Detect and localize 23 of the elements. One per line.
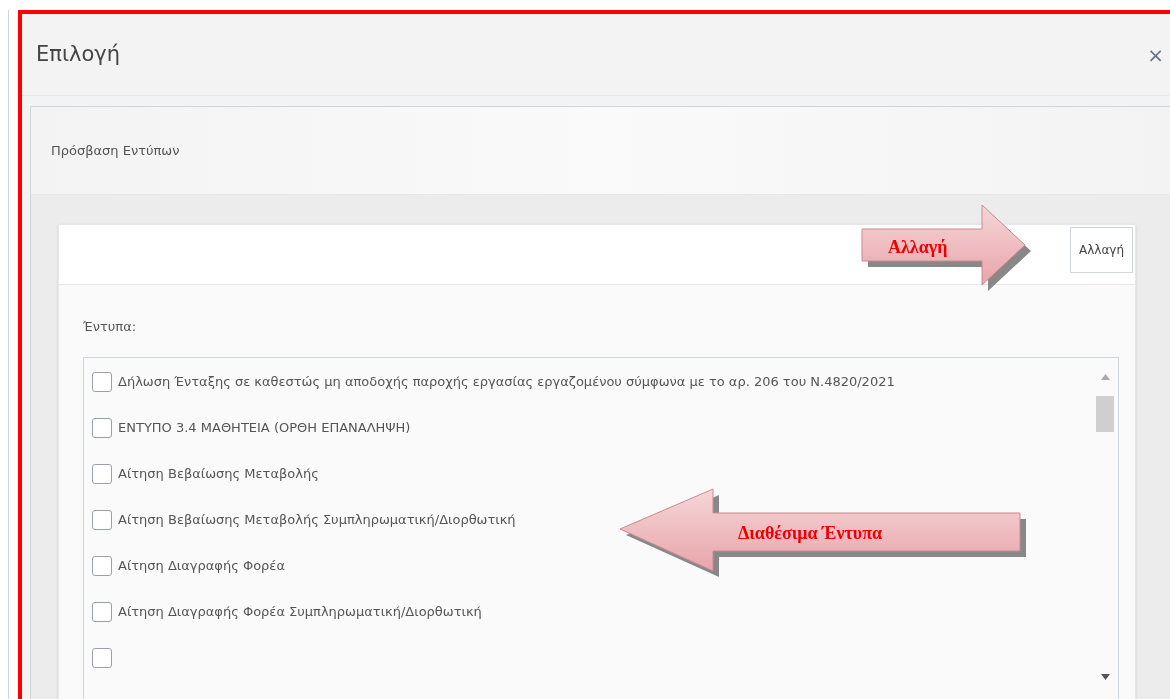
form-label: Αίτηση Διαγραφής Φορέα	[118, 556, 285, 575]
dialog-title: Επιλογή	[36, 40, 121, 68]
checkbox[interactable]	[92, 371, 112, 392]
scroll-up-icon[interactable]	[1101, 373, 1110, 380]
checkbox[interactable]	[92, 601, 112, 622]
scroll-down-icon[interactable]	[1101, 673, 1110, 680]
scroll-thumb[interactable]	[1096, 395, 1114, 432]
close-button[interactable]: ×	[1147, 39, 1164, 70]
checkbox[interactable]	[92, 647, 112, 668]
callout-text: Διαθέσιμα Έντυπα	[738, 522, 883, 545]
callout-text: Αλλαγή	[888, 236, 948, 259]
panel-title: Πρόσβαση Εντύπων	[51, 141, 180, 160]
checkbox[interactable]	[92, 463, 112, 484]
forms-label: Έντυπα:	[83, 318, 138, 336]
form-label: Αίτηση Βεβαίωσης Μεταβολής	[118, 464, 319, 483]
change-button[interactable]: Αλλαγή	[1069, 227, 1133, 273]
checkbox[interactable]	[92, 509, 112, 530]
form-label: Αίτηση Βεβαίωσης Μεταβολής Συμπληρωματική/Διορθωτική	[118, 510, 516, 529]
form-label: Αίτηση Διαγραφής Φορέα Συμπληρωματική/Διορθωτική	[118, 602, 482, 621]
form-label: ΕΝΤΥΠΟ 3.4 ΜΑΘΗΤΕΙΑ (ΟΡΘΗ ΕΠΑΝΑΛΗΨΗ)	[118, 418, 411, 437]
checkbox[interactable]	[92, 555, 112, 576]
checkbox[interactable]	[92, 417, 112, 438]
form-label: Δήλωση Ένταξης σε καθεστώς μη αποδοχής παροχής εργασίας εργαζομένου σύμφωνα με το αρ. 206 του Ν.4820/2021	[118, 372, 895, 391]
